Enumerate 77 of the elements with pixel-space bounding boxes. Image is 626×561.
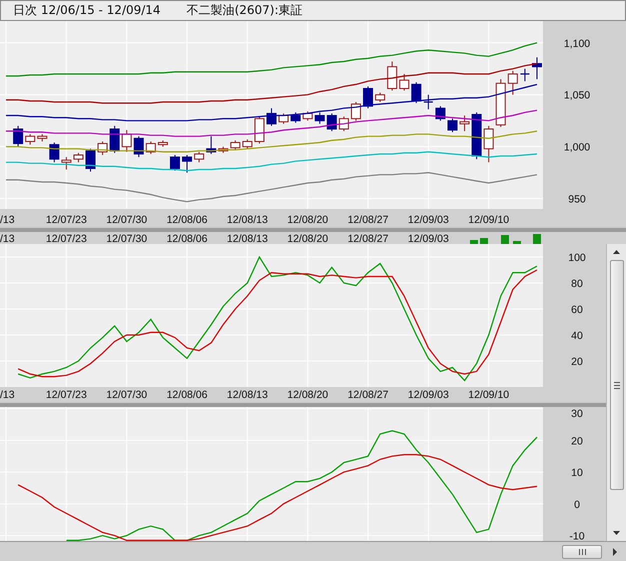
candlestick <box>520 68 530 82</box>
date-label: 12/07/23 <box>46 233 87 244</box>
date-label: 12/07/30 <box>106 214 148 226</box>
scrollbar-thumb[interactable] <box>562 544 602 558</box>
candlestick <box>73 152 84 163</box>
candlestick <box>13 125 24 148</box>
date-label: 12/08/27 <box>348 389 388 401</box>
date-label: /13 <box>0 233 15 244</box>
candlestick <box>134 136 144 158</box>
candlestick <box>460 115 470 132</box>
axis-label: 1,050 <box>564 90 590 102</box>
candlestick <box>435 106 446 122</box>
date-label: 12/07/23 <box>46 214 87 226</box>
axis-label: -10 <box>569 530 585 541</box>
vertical-scrollbar[interactable] <box>606 244 626 541</box>
axis-label: 60 <box>571 304 583 316</box>
date-label: 12/08/13 <box>226 233 268 244</box>
horizontal-scrollbar[interactable] <box>0 541 626 561</box>
candlestick <box>399 73 410 92</box>
security-title: 不二製油(2607):東証 <box>186 2 303 19</box>
candlestick <box>206 136 216 154</box>
candlestick <box>326 112 337 132</box>
date-label: 12/08/20 <box>287 233 328 244</box>
axis-label: 80 <box>571 278 583 290</box>
candlestick <box>49 142 60 163</box>
date-label: 12/09/10 <box>468 214 510 226</box>
period-label: 日次 12/06/15 - 12/09/14 <box>13 2 161 19</box>
axis-label: 100 <box>568 252 586 264</box>
candlestick <box>363 86 374 109</box>
candlestick <box>472 112 482 160</box>
date-label: 12/08/06 <box>166 233 208 244</box>
date-label: /13 <box>0 389 15 401</box>
candlestick <box>182 154 192 174</box>
date-label: 12/08/13 <box>226 389 268 401</box>
date-label: 12/08/06 <box>166 389 208 401</box>
axis-label: 1,000 <box>564 142 590 154</box>
candlestick <box>110 125 120 154</box>
date-label: 12/07/30 <box>106 233 148 244</box>
axis-label: 10 <box>571 467 583 480</box>
candlestick <box>448 118 458 133</box>
axis-label: 20 <box>571 435 583 448</box>
axis-label: 0 <box>574 498 580 511</box>
candlestick <box>338 116 349 132</box>
axis-label: 40 <box>571 330 583 342</box>
date-label: 12/08/06 <box>166 214 208 226</box>
candlestick <box>170 154 180 172</box>
candlestick <box>254 116 264 144</box>
candlestick <box>350 102 361 122</box>
date-label: 12/09/03 <box>408 389 449 401</box>
date-label: 12/07/30 <box>106 389 148 401</box>
axis-label: 1,100 <box>564 38 590 50</box>
candlestick <box>290 112 301 124</box>
candlestick <box>411 82 422 104</box>
date-label: /13 <box>0 214 15 226</box>
candlestick <box>266 108 276 126</box>
date-label: 12/09/10 <box>468 389 510 401</box>
scrollbar-thumb[interactable] <box>610 260 624 490</box>
volume-bars-drawing <box>470 234 541 244</box>
date-label: 12/08/20 <box>287 214 328 226</box>
date-label: 12/08/20 <box>287 389 328 401</box>
date-label: 12/08/13 <box>226 214 268 226</box>
date-label: 12/09/03 <box>408 233 449 244</box>
date-label: 12/09/03 <box>408 214 449 226</box>
axis-label: 20 <box>571 356 583 368</box>
axis-label: 950 <box>568 194 586 206</box>
candlestick <box>532 56 542 80</box>
candlestick <box>278 112 289 124</box>
date-label: 12/08/27 <box>348 233 388 244</box>
candlestick <box>424 94 433 110</box>
candlestick <box>314 112 325 124</box>
candlestick <box>387 61 398 92</box>
candlestick <box>86 148 96 172</box>
axis-label: 30 <box>571 408 583 420</box>
date-label: 12/08/27 <box>348 214 388 226</box>
date-label: 12/07/23 <box>46 389 87 401</box>
candlestick <box>194 151 204 163</box>
candlestick <box>37 134 48 142</box>
